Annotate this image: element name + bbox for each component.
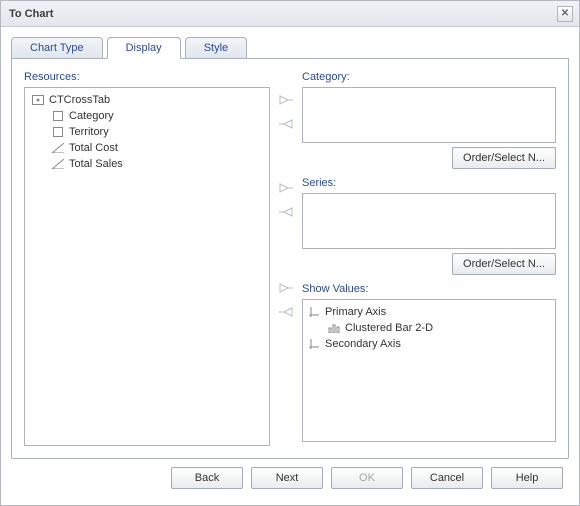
category-listbox[interactable] (302, 87, 556, 143)
resources-column: Resources: CTCrossTab (24, 71, 270, 446)
cancel-button[interactable]: Cancel (411, 467, 483, 489)
measure-icon (51, 142, 65, 154)
axis-node-secondary[interactable]: Secondary Axis (307, 336, 551, 352)
tree-label: CTCrossTab (49, 94, 110, 106)
remove-from-series-button[interactable] (276, 205, 296, 221)
button-label: Cancel (430, 472, 464, 484)
measure-icon (51, 158, 65, 170)
back-button[interactable]: Back (171, 467, 243, 489)
tree-label: Total Sales (69, 158, 123, 170)
resources-label: Resources: (24, 71, 270, 83)
close-button[interactable]: ✕ (557, 6, 573, 22)
arrow-right-icon (278, 94, 294, 109)
arrow-left-icon (278, 118, 294, 133)
titlebar: To Chart ✕ (1, 1, 579, 27)
arrow-left-icon (278, 206, 294, 221)
crosstab-icon (31, 94, 45, 106)
dialog-window: To Chart ✕ Chart Type Display Style Reso… (0, 0, 580, 506)
ok-button[interactable]: OK (331, 467, 403, 489)
field-icon (51, 110, 65, 122)
bar-chart-icon (327, 322, 341, 334)
transfer-arrows-column (270, 71, 302, 446)
remove-from-values-button[interactable] (276, 305, 296, 321)
category-label: Category: (302, 71, 556, 83)
series-label: Series: (302, 177, 556, 189)
next-button[interactable]: Next (251, 467, 323, 489)
arrow-right-icon (278, 182, 294, 197)
series-order-select-button[interactable]: Order/Select N... (452, 253, 556, 275)
resources-listbox[interactable]: CTCrossTab Category Territ (24, 87, 270, 446)
display-panel: Resources: CTCrossTab (11, 59, 569, 459)
button-label: OK (359, 472, 375, 484)
add-to-values-button[interactable] (276, 281, 296, 297)
tree-node-field[interactable]: Category (29, 108, 265, 124)
tab-style[interactable]: Style (185, 37, 247, 59)
series-listbox[interactable] (302, 193, 556, 249)
add-to-category-button[interactable] (276, 93, 296, 109)
add-to-series-button[interactable] (276, 181, 296, 197)
content-area: Chart Type Display Style Resources: (1, 27, 579, 505)
button-label: Next (276, 472, 299, 484)
field-icon (51, 126, 65, 138)
tree-node-field[interactable]: Territory (29, 124, 265, 140)
tab-label: Display (126, 42, 162, 54)
tab-chart-type[interactable]: Chart Type (11, 37, 103, 59)
category-order-select-button[interactable]: Order/Select N... (452, 147, 556, 169)
window-title: To Chart (9, 8, 53, 20)
dialog-footer: Back Next OK Cancel Help (11, 467, 569, 495)
remove-from-category-button[interactable] (276, 117, 296, 133)
axis-node-primary[interactable]: Primary Axis (307, 304, 551, 320)
show-values-listbox[interactable]: Primary Axis Clustered Bar 2-D (302, 299, 556, 442)
axis-label: Secondary Axis (325, 338, 401, 350)
axis-icon (307, 306, 321, 318)
button-label: Back (195, 472, 219, 484)
close-icon: ✕ (561, 8, 569, 19)
help-button[interactable]: Help (491, 467, 563, 489)
chart-type-node[interactable]: Clustered Bar 2-D (307, 320, 551, 336)
axis-icon (307, 338, 321, 350)
tab-strip: Chart Type Display Style (11, 35, 569, 59)
button-label: Order/Select N... (463, 152, 545, 164)
arrow-right-icon (278, 282, 294, 297)
tab-label: Chart Type (30, 42, 84, 54)
arrow-left-icon (278, 306, 294, 321)
axis-label: Primary Axis (325, 306, 386, 318)
tree-label: Category (69, 110, 114, 122)
button-label: Order/Select N... (463, 258, 545, 270)
resources-tree: CTCrossTab Category Territ (29, 92, 265, 172)
show-values-label: Show Values: (302, 283, 556, 295)
tree-node-measure[interactable]: Total Cost (29, 140, 265, 156)
tab-display[interactable]: Display (107, 37, 181, 59)
button-label: Help (516, 472, 539, 484)
tree-label: Total Cost (69, 142, 118, 154)
chart-type-label: Clustered Bar 2-D (345, 322, 433, 334)
tree-node-measure[interactable]: Total Sales (29, 156, 265, 172)
targets-column: Category: Order/Select N... Series: Orde… (302, 71, 556, 446)
tree-label: Territory (69, 126, 109, 138)
tree-node-root[interactable]: CTCrossTab (29, 92, 265, 108)
tab-label: Style (204, 42, 228, 54)
